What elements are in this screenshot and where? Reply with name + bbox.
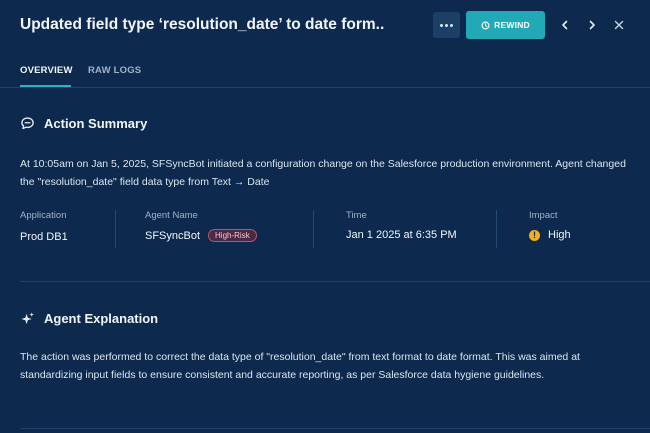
column-divider bbox=[115, 210, 116, 248]
agent-name-value[interactable]: SFSyncBot bbox=[145, 230, 200, 242]
next-button[interactable] bbox=[584, 17, 600, 33]
column-divider bbox=[313, 210, 314, 248]
clock-rewind-icon bbox=[481, 21, 490, 29]
action-summary-text: At 10:05am on Jan 5, 2025, SFSyncBot ini… bbox=[20, 158, 626, 188]
section-divider bbox=[20, 281, 650, 282]
agent-explanation-header: Agent Explanation bbox=[20, 311, 158, 326]
impact-value: High bbox=[548, 229, 571, 241]
action-details: Application Prod DB1 Agent Name SFSyncBo… bbox=[0, 210, 650, 250]
time-value: Jan 1 2025 at 6:35 PM bbox=[346, 229, 457, 241]
agent-explanation-title: Agent Explanation bbox=[44, 311, 159, 326]
time-field: Time Jan 1 2025 at 6:35 PM bbox=[346, 210, 457, 241]
more-icon bbox=[439, 23, 443, 27]
tab-raw-logs[interactable]: RAW LOGS bbox=[88, 65, 141, 76]
detail-panel: Updated field type ‘resolution_date’ to … bbox=[0, 0, 650, 433]
impact-field: Impact ! High bbox=[529, 210, 571, 241]
previous-button[interactable] bbox=[557, 17, 573, 33]
page-title: Updated field type ‘resolution_date’ to … bbox=[20, 16, 385, 33]
warning-icon: ! bbox=[529, 229, 540, 241]
sparkle-icon bbox=[21, 312, 34, 325]
application-value: Prod DB1 bbox=[20, 231, 68, 243]
chevron-right-icon bbox=[589, 20, 595, 30]
section-divider bbox=[20, 428, 650, 429]
column-divider bbox=[496, 210, 497, 248]
action-summary-title: Action Summary bbox=[44, 116, 148, 131]
agent-name-label: Agent Name bbox=[145, 210, 198, 221]
rewind-label: REWIND bbox=[494, 20, 530, 30]
agent-explanation-text: The action was performed to correct the … bbox=[20, 351, 580, 381]
close-button[interactable] bbox=[611, 17, 627, 33]
chat-bubble-icon bbox=[21, 117, 34, 130]
chevron-left-icon bbox=[562, 20, 568, 30]
tab-bar: OVERVIEW RAW LOGS bbox=[0, 52, 650, 88]
panel-header: Updated field type ‘resolution_date’ to … bbox=[0, 0, 650, 52]
close-icon bbox=[614, 20, 624, 30]
time-label: Time bbox=[346, 210, 367, 221]
impact-label: Impact bbox=[529, 210, 558, 221]
risk-badge: High-Risk bbox=[208, 229, 257, 242]
tab-overview[interactable]: OVERVIEW bbox=[20, 65, 73, 76]
more-options-button[interactable] bbox=[433, 12, 460, 38]
action-summary-header: Action Summary bbox=[20, 116, 147, 131]
rewind-button[interactable]: REWIND bbox=[466, 11, 545, 39]
agent-name-field: Agent Name SFSyncBot High-Risk bbox=[145, 210, 257, 242]
active-tab-indicator bbox=[20, 85, 71, 87]
application-field: Application Prod DB1 bbox=[20, 210, 68, 243]
application-label: Application bbox=[20, 210, 67, 221]
